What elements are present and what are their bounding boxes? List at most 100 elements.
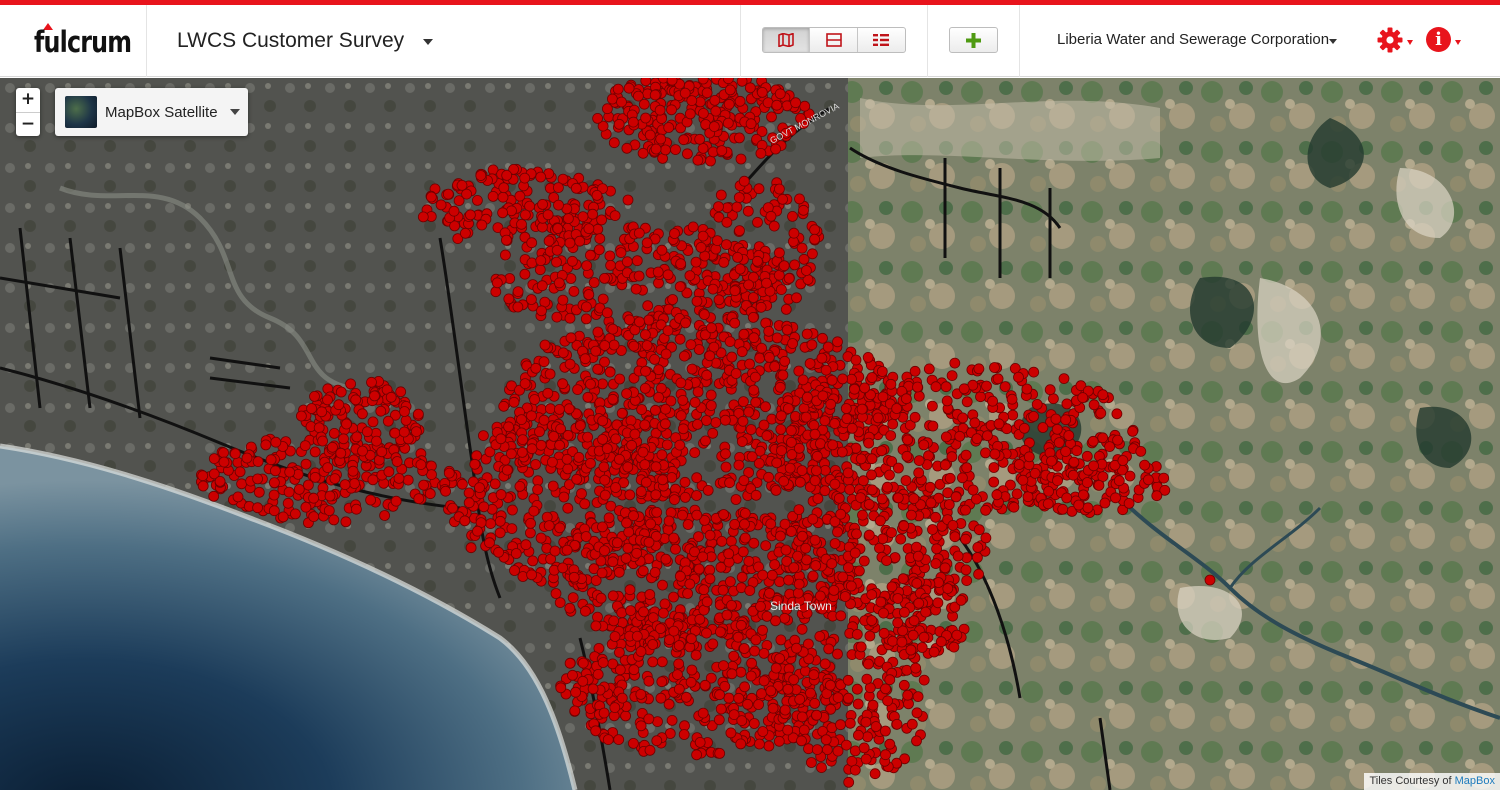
- survey-point-marker[interactable]: [886, 527, 897, 539]
- survey-point-marker[interactable]: [672, 669, 683, 680]
- survey-point-marker[interactable]: [989, 362, 1000, 373]
- survey-point-marker[interactable]: [599, 489, 611, 501]
- survey-point-marker[interactable]: [949, 531, 961, 543]
- survey-point-marker[interactable]: [590, 725, 602, 737]
- survey-point-marker[interactable]: [590, 620, 602, 632]
- survey-point-marker[interactable]: [631, 547, 643, 559]
- survey-point-marker[interactable]: [631, 630, 643, 642]
- survey-point-marker[interactable]: [793, 504, 805, 516]
- survey-point-marker[interactable]: [1067, 469, 1079, 481]
- survey-point-marker[interactable]: [925, 497, 937, 509]
- survey-point-marker[interactable]: [809, 698, 821, 709]
- survey-point-marker[interactable]: [252, 473, 264, 485]
- survey-point-marker[interactable]: [969, 417, 981, 429]
- survey-point-marker[interactable]: [357, 445, 368, 457]
- survey-point-marker[interactable]: [1143, 474, 1154, 486]
- survey-point-marker[interactable]: [309, 471, 321, 483]
- survey-point-marker[interactable]: [723, 548, 735, 560]
- survey-point-marker[interactable]: [478, 501, 490, 513]
- survey-point-marker[interactable]: [988, 462, 1000, 473]
- survey-point-marker[interactable]: [766, 569, 778, 581]
- survey-point-marker[interactable]: [745, 118, 757, 130]
- survey-point-marker[interactable]: [809, 224, 820, 236]
- survey-point-marker[interactable]: [745, 670, 757, 682]
- survey-point-marker[interactable]: [686, 664, 698, 676]
- list-view-button[interactable]: [858, 28, 905, 52]
- survey-point-marker[interactable]: [833, 492, 845, 504]
- survey-point-marker[interactable]: [1017, 474, 1029, 486]
- survey-point-marker[interactable]: [616, 607, 628, 619]
- survey-point-marker[interactable]: [947, 519, 959, 531]
- survey-point-marker[interactable]: [750, 396, 762, 408]
- survey-point-marker[interactable]: [575, 420, 586, 431]
- survey-point-marker[interactable]: [987, 395, 998, 407]
- survey-point-marker[interactable]: [602, 103, 613, 115]
- survey-point-marker[interactable]: [366, 376, 377, 388]
- survey-point-marker[interactable]: [796, 465, 808, 476]
- survey-point-marker[interactable]: [780, 544, 792, 556]
- survey-point-marker[interactable]: [519, 268, 531, 280]
- survey-point-marker[interactable]: [459, 227, 471, 239]
- survey-point-marker[interactable]: [663, 515, 675, 527]
- survey-point-marker[interactable]: [622, 461, 634, 473]
- survey-point-marker[interactable]: [758, 419, 770, 431]
- survey-point-marker[interactable]: [509, 565, 520, 576]
- survey-point-marker[interactable]: [487, 191, 499, 202]
- survey-point-marker[interactable]: [542, 387, 554, 399]
- survey-point-marker[interactable]: [610, 482, 621, 493]
- survey-point-marker[interactable]: [811, 450, 823, 462]
- survey-point-marker[interactable]: [801, 554, 812, 566]
- survey-point-marker[interactable]: [335, 447, 347, 459]
- survey-point-marker[interactable]: [1044, 384, 1056, 396]
- survey-point-marker[interactable]: [866, 484, 878, 496]
- survey-point-marker[interactable]: [783, 574, 794, 586]
- survey-point-marker[interactable]: [849, 547, 861, 559]
- survey-point-marker[interactable]: [415, 459, 427, 471]
- survey-point-marker[interactable]: [379, 510, 391, 521]
- survey-point-marker[interactable]: [980, 447, 991, 459]
- survey-point-marker[interactable]: [698, 584, 710, 596]
- survey-point-marker[interactable]: [651, 735, 663, 747]
- survey-point-marker[interactable]: [954, 430, 966, 442]
- survey-point-marker[interactable]: [1110, 492, 1121, 504]
- survey-point-marker[interactable]: [283, 486, 295, 498]
- survey-point-marker[interactable]: [905, 644, 917, 656]
- survey-point-marker[interactable]: [1087, 435, 1099, 447]
- survey-point-marker[interactable]: [474, 482, 485, 494]
- survey-point-marker[interactable]: [702, 484, 714, 496]
- survey-point-marker[interactable]: [798, 204, 809, 216]
- survey-point-marker[interactable]: [786, 436, 797, 448]
- survey-point-marker[interactable]: [677, 423, 689, 435]
- survey-point-marker[interactable]: [1127, 425, 1138, 437]
- survey-point-marker[interactable]: [644, 744, 656, 756]
- survey-point-marker[interactable]: [866, 469, 877, 481]
- survey-point-marker[interactable]: [923, 363, 935, 375]
- survey-point-marker[interactable]: [641, 237, 653, 249]
- survey-point-marker[interactable]: [701, 596, 713, 608]
- survey-point-marker[interactable]: [459, 515, 471, 527]
- survey-point-marker[interactable]: [498, 182, 510, 194]
- survey-point-marker[interactable]: [720, 461, 732, 473]
- survey-point-marker[interactable]: [1063, 430, 1075, 441]
- app-switcher-caret-icon[interactable]: [423, 39, 433, 45]
- survey-point-marker[interactable]: [709, 94, 721, 106]
- survey-point-marker[interactable]: [1058, 373, 1070, 385]
- survey-point-marker[interactable]: [214, 475, 226, 487]
- survey-point-marker[interactable]: [993, 418, 1005, 430]
- survey-point-marker[interactable]: [535, 439, 547, 451]
- survey-point-marker[interactable]: [694, 737, 706, 748]
- survey-point-marker[interactable]: [881, 555, 892, 567]
- survey-point-marker[interactable]: [694, 613, 706, 625]
- survey-point-marker[interactable]: [526, 257, 538, 269]
- survey-point-marker[interactable]: [1008, 501, 1020, 513]
- survey-point-marker[interactable]: [563, 213, 574, 224]
- survey-point-marker[interactable]: [339, 479, 351, 491]
- survey-point-marker[interactable]: [654, 104, 666, 116]
- survey-point-marker[interactable]: [724, 336, 736, 348]
- survey-point-marker[interactable]: [776, 445, 787, 457]
- survey-point-marker[interactable]: [642, 300, 654, 312]
- survey-point-marker[interactable]: [1006, 393, 1018, 405]
- survey-point-marker[interactable]: [842, 674, 854, 686]
- survey-point-marker[interactable]: [825, 679, 836, 691]
- survey-point-marker[interactable]: [627, 116, 639, 128]
